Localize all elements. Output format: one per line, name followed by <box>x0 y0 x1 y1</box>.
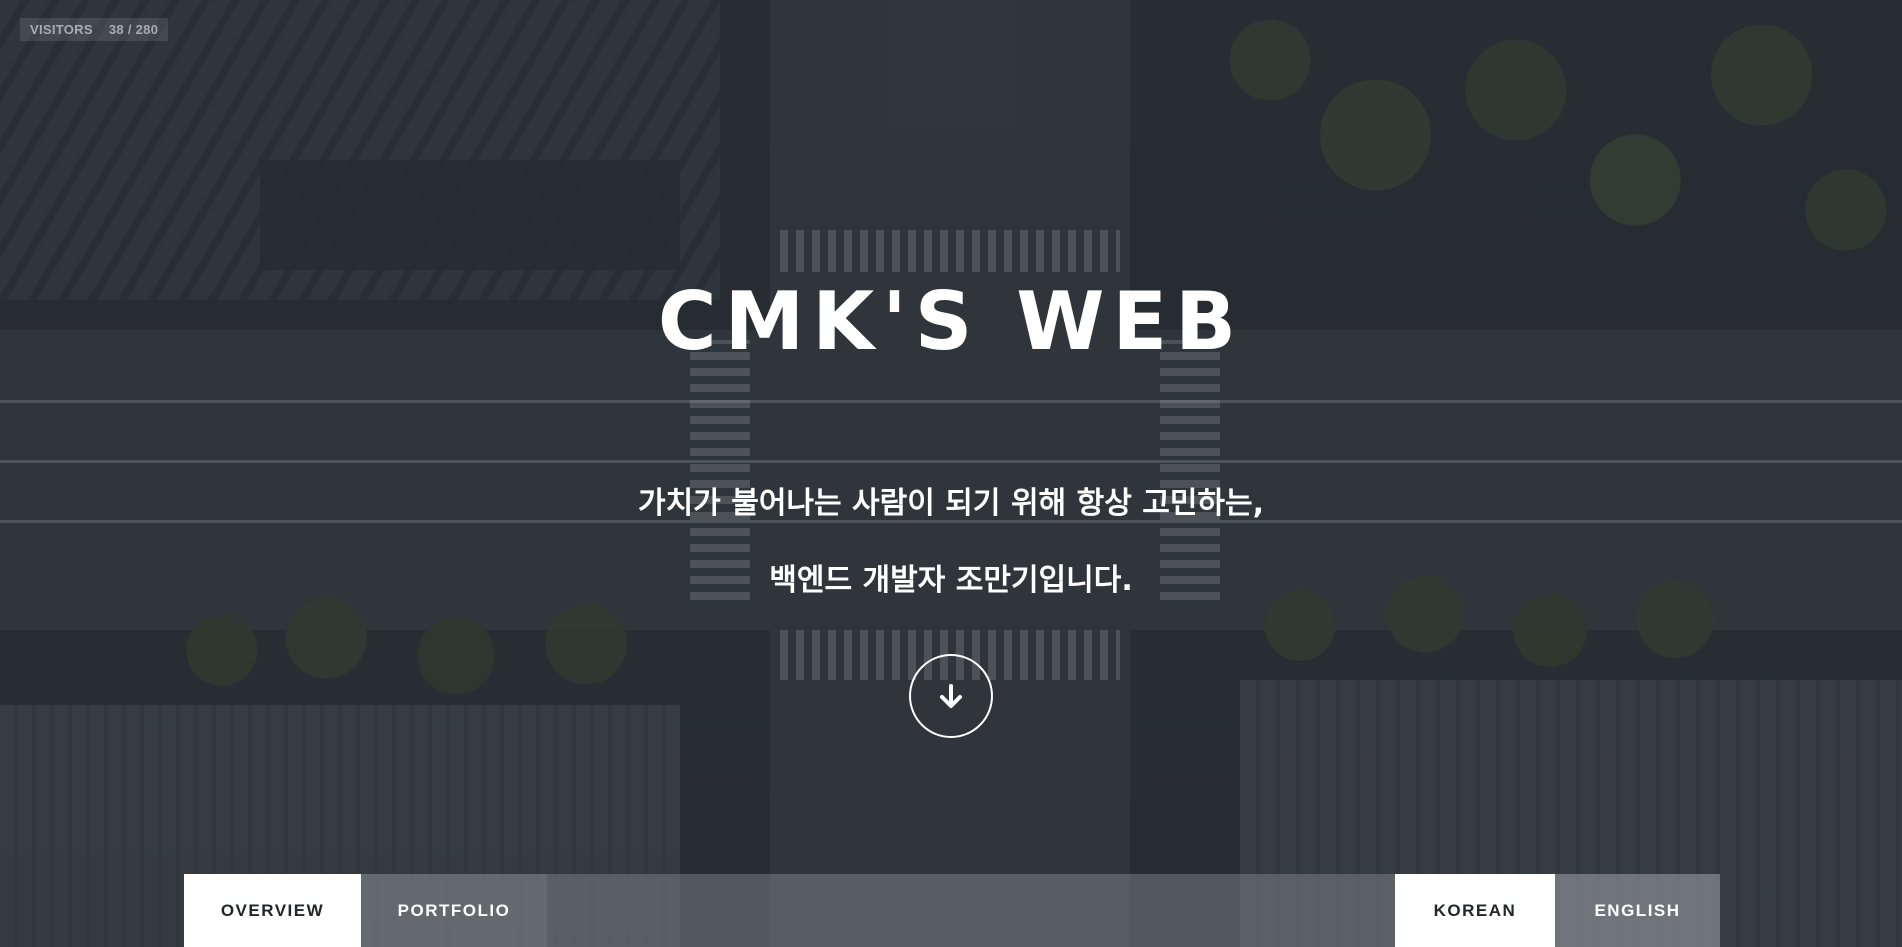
language-korean-button[interactable]: KOREAN <box>1395 874 1555 947</box>
visitor-counter: VISITORS 38 / 280 <box>20 18 169 41</box>
hero-tagline-line2: 백엔드 개발자 조만기입니다. <box>769 563 1133 598</box>
language-english-button[interactable]: ENGLISH <box>1555 874 1720 947</box>
dark-overlay <box>0 0 1902 947</box>
bottom-nav-bar: OVERVIEW PORTFOLIO KOREAN ENGLISH <box>184 874 1720 947</box>
visitor-counter-value: 38 / 280 <box>108 22 159 37</box>
hero-tagline-line1: 가치가 불어나는 사람이 되기 위해 항상 고민하는, <box>637 486 1265 521</box>
hero-background <box>0 0 1902 947</box>
tab-portfolio[interactable]: PORTFOLIO <box>361 874 547 947</box>
visitor-counter-label: VISITORS <box>30 22 93 37</box>
tab-overview[interactable]: OVERVIEW <box>184 874 361 947</box>
scroll-down-button[interactable] <box>909 654 993 738</box>
arrow-down-icon <box>940 684 962 708</box>
page-title: CMK'S WEB <box>657 275 1245 368</box>
